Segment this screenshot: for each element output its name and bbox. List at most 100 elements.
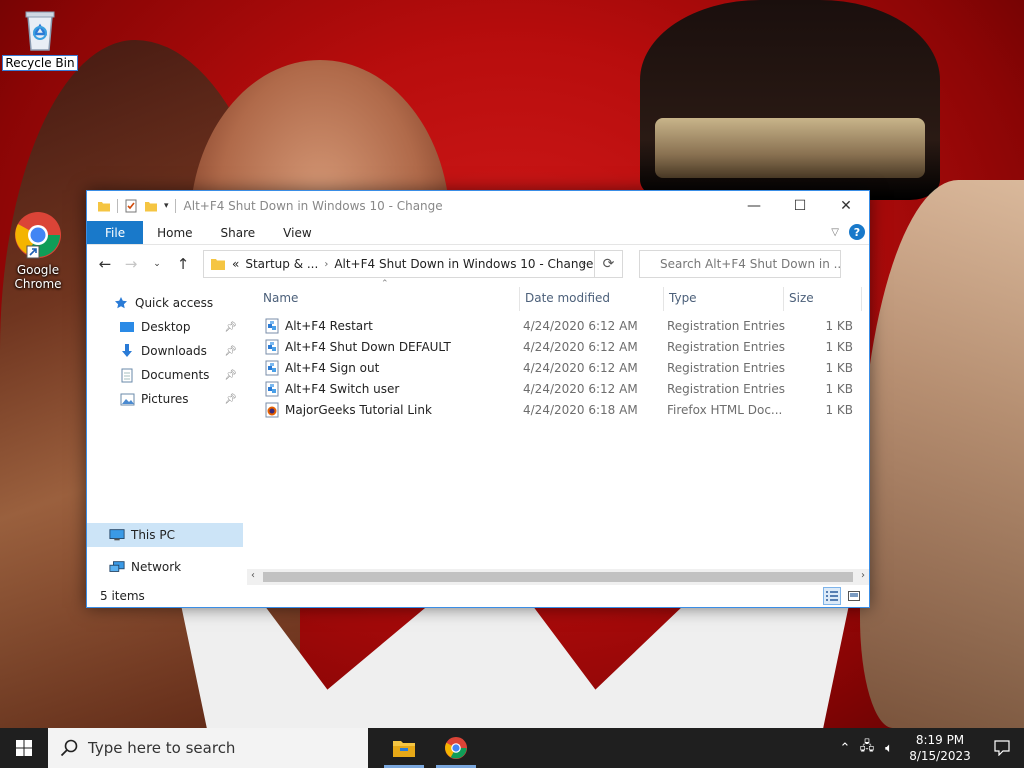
clock[interactable]: 8:19 PM 8/15/2023	[900, 732, 980, 764]
window-controls: — ☐ ✕	[731, 191, 869, 221]
column-header-type[interactable]: Type	[669, 283, 697, 313]
nav-item-desktop[interactable]: Desktop 📌︎	[87, 315, 243, 339]
chrome-icon	[444, 736, 468, 760]
file-date: 4/24/2020 6:12 AM	[523, 319, 638, 333]
refresh-button[interactable]: ⟳	[594, 251, 622, 277]
minimize-button[interactable]: —	[731, 191, 777, 221]
close-button[interactable]: ✕	[823, 191, 869, 221]
pin-icon[interactable]: 📌︎	[224, 394, 237, 405]
ribbon-right-controls: ▽ ?	[831, 224, 865, 240]
tab-file[interactable]: File	[87, 221, 144, 244]
file-type: Registration Entries	[667, 340, 785, 354]
pin-icon[interactable]: 📌︎	[224, 370, 237, 381]
toolbar-separator	[174, 199, 176, 213]
file-size: 1 KB	[825, 382, 853, 396]
details-view-icon	[826, 591, 838, 601]
tab-share[interactable]: Share	[207, 221, 270, 244]
tab-view[interactable]: View	[269, 221, 325, 244]
chrome-icon	[15, 212, 61, 259]
taskbar-search-box[interactable]: Type here to search	[48, 728, 368, 768]
column-separator[interactable]	[861, 287, 862, 311]
column-separator[interactable]	[663, 287, 664, 311]
status-bar: 5 items	[87, 585, 869, 607]
action-center-button[interactable]	[980, 728, 1024, 768]
file-name: Alt+F4 Sign out	[285, 361, 380, 375]
registry-file-icon	[265, 318, 279, 334]
volume-icon[interactable]: 🔈︎	[878, 741, 900, 756]
properties-icon[interactable]	[124, 199, 138, 213]
column-header-date-modified[interactable]: Date modified	[525, 283, 610, 313]
large-icons-view-button[interactable]	[845, 587, 863, 605]
title-bar[interactable]: ▾ Alt+F4 Shut Down in Windows 10 - Chang…	[87, 191, 869, 221]
registry-file-icon	[265, 381, 279, 397]
file-row[interactable]: Alt+F4 Restart 4/24/2020 6:12 AM Registr…	[261, 316, 861, 337]
pin-icon[interactable]: 📌︎	[224, 346, 237, 357]
nav-item-documents[interactable]: Documents 📌︎	[87, 363, 243, 387]
new-folder-icon[interactable]	[144, 199, 158, 213]
nav-label: This PC	[131, 528, 175, 542]
details-view-button[interactable]	[823, 587, 841, 605]
address-dropdown-icon[interactable]: ⌄	[580, 257, 588, 268]
firefox-html-icon	[265, 402, 279, 418]
scroll-left-icon[interactable]: ‹	[251, 570, 255, 581]
nav-item-pictures[interactable]: Pictures 📌︎	[87, 387, 243, 411]
forward-button[interactable]: →	[121, 255, 141, 273]
column-label: Type	[669, 291, 697, 305]
address-overflow[interactable]: «	[232, 257, 239, 271]
desktop-icon-label: Google Chrome	[14, 263, 62, 291]
wallpaper-hatband	[655, 118, 925, 178]
desktop-folder-icon	[119, 319, 135, 335]
column-label: Size	[789, 291, 814, 305]
file-date: 4/24/2020 6:12 AM	[523, 382, 638, 396]
file-date: 4/24/2020 6:18 AM	[523, 403, 638, 417]
file-row[interactable]: Alt+F4 Sign out 4/24/2020 6:12 AM Regist…	[261, 358, 861, 379]
registry-file-icon	[265, 339, 279, 355]
maximize-button[interactable]: ☐	[777, 191, 823, 221]
horizontal-scrollbar[interactable]: ‹ ›	[247, 569, 869, 585]
scrollbar-thumb[interactable]	[263, 572, 853, 582]
wallpaper-hair-right	[860, 180, 1024, 728]
nav-item-downloads[interactable]: Downloads 📌︎	[87, 339, 243, 363]
up-button[interactable]: ↑	[173, 255, 193, 273]
back-button[interactable]: ←	[95, 255, 115, 273]
nav-item-network[interactable]: Network	[87, 555, 243, 579]
nav-item-this-pc[interactable]: This PC	[87, 523, 243, 547]
start-button[interactable]	[0, 728, 48, 768]
network-status-icon[interactable]: 🖧︎	[856, 737, 878, 759]
tab-home[interactable]: Home	[143, 221, 206, 244]
search-box[interactable]: Search Alt+F4 Shut Down in ...	[639, 250, 841, 278]
column-header-size[interactable]: Size	[789, 283, 814, 313]
show-hidden-icons-icon[interactable]: ⌃	[834, 741, 856, 756]
pictures-icon	[119, 391, 135, 407]
file-date: 4/24/2020 6:12 AM	[523, 340, 638, 354]
taskbar-app-chrome[interactable]	[432, 728, 480, 768]
chevron-right-icon[interactable]: ›	[324, 259, 328, 270]
windows-logo-icon	[16, 740, 32, 756]
expand-ribbon-icon[interactable]: ▽	[831, 227, 839, 238]
column-header-name[interactable]: Name	[263, 283, 298, 313]
file-row[interactable]: MajorGeeks Tutorial Link 4/24/2020 6:18 …	[261, 400, 861, 421]
clock-date: 8/15/2023	[909, 749, 971, 763]
address-segment-current[interactable]: Alt+F4 Shut Down in Windows 10 - Change	[334, 257, 593, 271]
nav-label: Pictures	[141, 392, 189, 406]
desktop-icon-google-chrome[interactable]: Google Chrome	[0, 210, 76, 291]
nav-item-quick-access[interactable]: Quick access	[87, 291, 243, 315]
desktop-icon-recycle-bin[interactable]: Recycle Bin	[2, 6, 78, 71]
customize-toolbar-icon[interactable]: ▾	[164, 201, 169, 211]
recent-locations-button[interactable]: ⌄	[147, 259, 167, 269]
file-date: 4/24/2020 6:12 AM	[523, 361, 638, 375]
file-row[interactable]: Alt+F4 Switch user 4/24/2020 6:12 AM Reg…	[261, 379, 861, 400]
address-bar[interactable]: « Startup & ... › Alt+F4 Shut Down in Wi…	[203, 250, 623, 278]
column-separator[interactable]	[783, 287, 784, 311]
address-segment-startup[interactable]: Startup & ...	[245, 257, 318, 271]
file-row[interactable]: Alt+F4 Shut Down DEFAULT 4/24/2020 6:12 …	[261, 337, 861, 358]
column-label: Name	[263, 291, 299, 305]
scroll-right-icon[interactable]: ›	[861, 570, 865, 581]
file-name: Alt+F4 Switch user	[285, 382, 400, 396]
pin-icon[interactable]: 📌︎	[224, 322, 237, 333]
recycle-bin-icon	[25, 11, 55, 51]
help-icon[interactable]: ?	[849, 224, 865, 240]
registry-file-icon	[265, 360, 279, 376]
column-separator[interactable]	[519, 287, 520, 311]
taskbar-app-file-explorer[interactable]	[380, 728, 428, 768]
